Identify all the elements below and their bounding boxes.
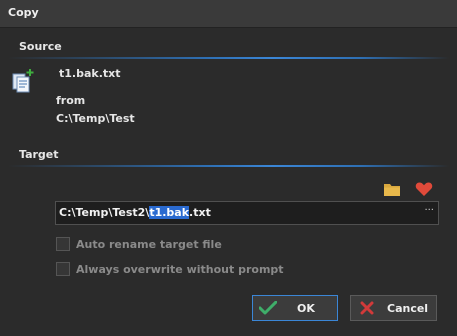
auto-rename-checkbox[interactable] [56, 237, 70, 251]
source-path: C:\Temp\Test [56, 112, 135, 125]
target-divider [8, 165, 449, 167]
auto-rename-option[interactable]: Auto rename target file [56, 236, 222, 252]
target-path-suffix: .txt [189, 206, 211, 219]
target-path-prefix: C:\Temp\Test2\ [59, 206, 150, 219]
target-path-selection: t1.bak [149, 206, 190, 219]
checkmark-icon [259, 301, 277, 315]
source-file-name: t1.bak.txt [59, 67, 121, 80]
title-bar: Copy [0, 0, 457, 28]
heart-icon[interactable] [415, 181, 433, 197]
always-overwrite-option[interactable]: Always overwrite without prompt [56, 261, 284, 277]
source-section-label: Source [19, 40, 62, 53]
browse-ellipsis-button[interactable]: ··· [424, 205, 434, 216]
ok-button[interactable]: OK [252, 295, 338, 321]
cancel-button[interactable]: Cancel [350, 295, 437, 321]
auto-rename-label: Auto rename target file [76, 237, 222, 251]
target-path-input[interactable]: C:\Temp\Test2\t1.bak.txt ··· [55, 201, 439, 225]
target-path-text: C:\Temp\Test2\t1.bak.txt [59, 206, 211, 219]
folder-icon[interactable] [383, 181, 401, 197]
always-overwrite-checkbox[interactable] [56, 262, 70, 276]
from-label: from [56, 94, 86, 107]
close-icon [360, 301, 374, 315]
cancel-button-label: Cancel [387, 301, 429, 315]
always-overwrite-label: Always overwrite without prompt [76, 262, 284, 276]
source-divider [8, 57, 449, 59]
window-title: Copy [8, 6, 39, 19]
target-section-label: Target [19, 148, 59, 161]
ok-button-label: OK [297, 301, 315, 315]
copy-files-icon [12, 69, 34, 93]
